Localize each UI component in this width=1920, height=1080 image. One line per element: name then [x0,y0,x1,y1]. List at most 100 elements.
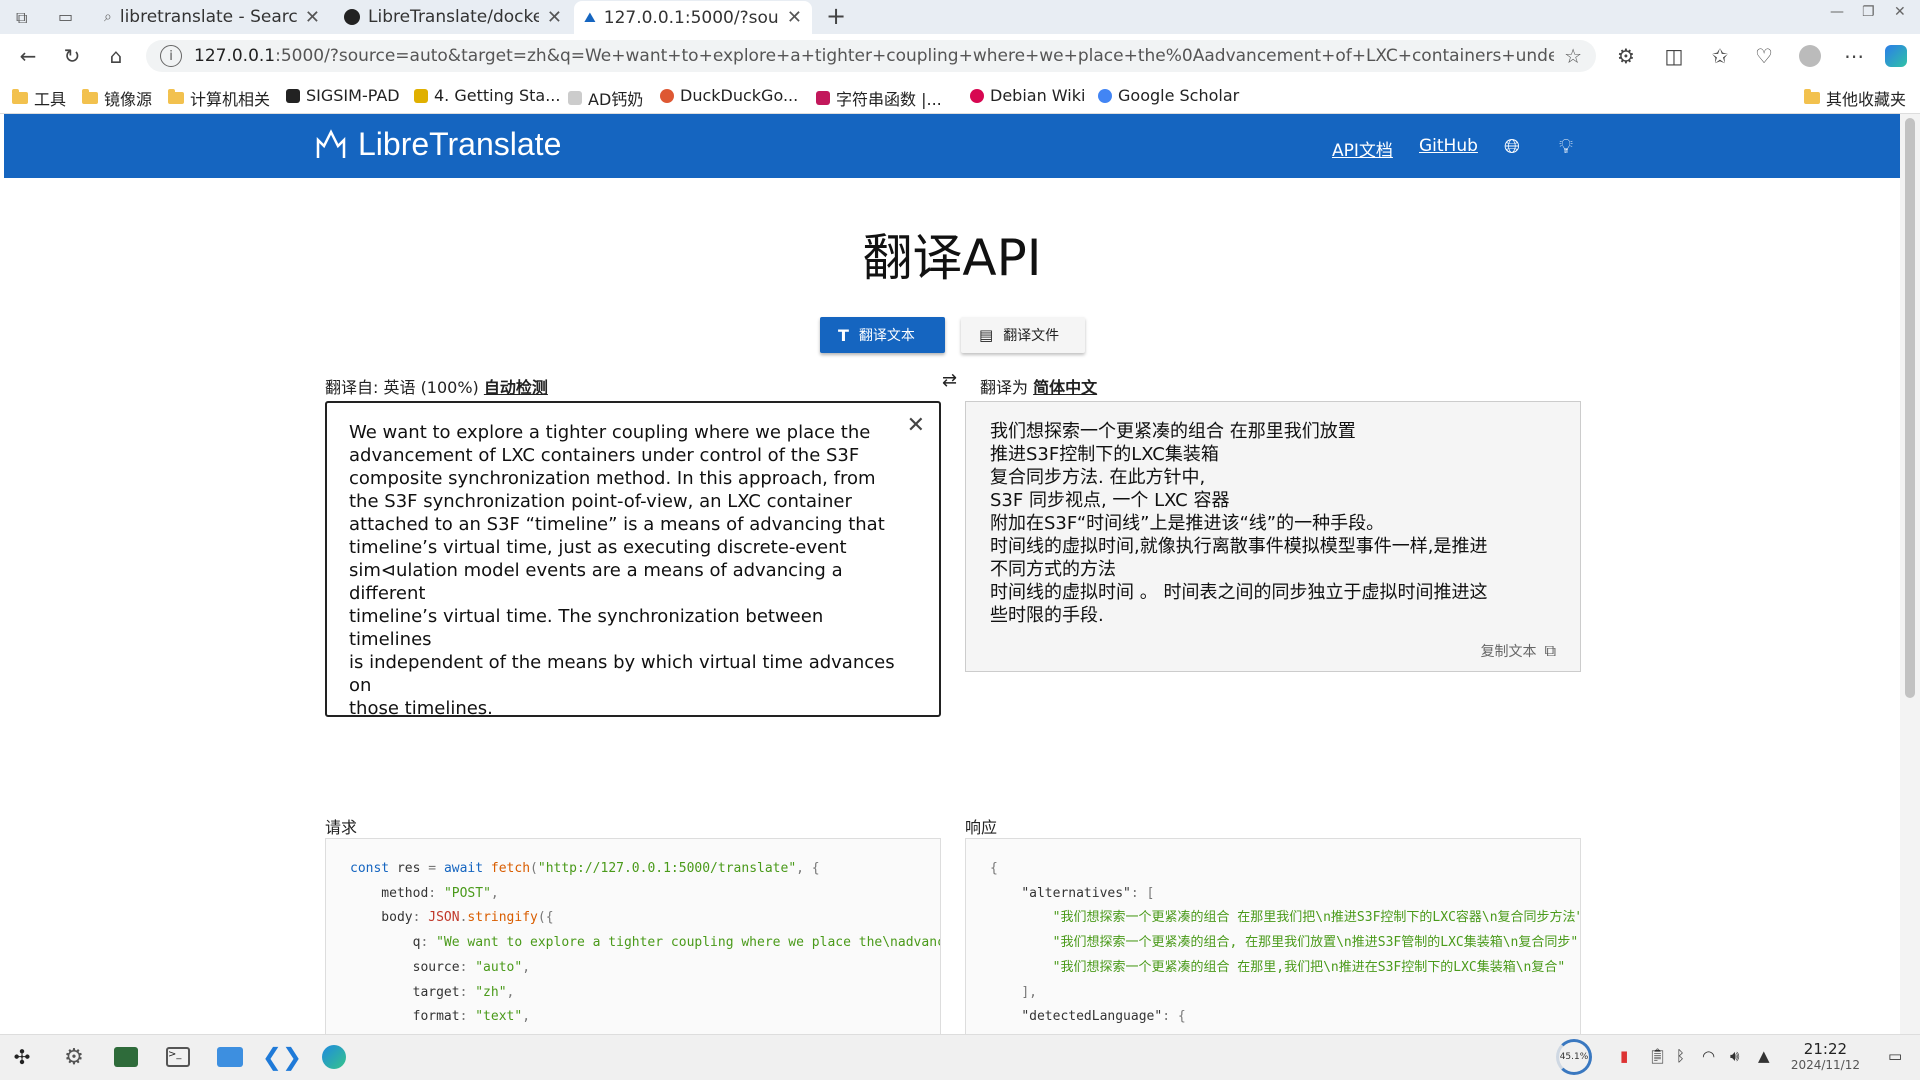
url-path: :5000/?source=auto&target=zh&q=We+want+t… [275,46,1555,66]
home-icon[interactable]: ⌂ [102,42,130,70]
github-icon [344,9,360,25]
site-icon [816,91,830,105]
request-code: const res = await fetch("http://127.0.0.… [350,861,940,1025]
bookmark-folder-computer[interactable]: 计算机相关 [168,86,270,110]
copy-icon: ⧉ [1544,641,1556,660]
bookmark-string-functions[interactable]: 字符串函数 |... [816,86,942,110]
favorites-icon[interactable]: ✩ [1706,42,1734,70]
response-label: 响应 [965,818,998,837]
response-code: { "alternatives": [ "我们想探索一个更紧凑的组合 在那里我们… [990,861,1581,1025]
text-format-icon: T [838,325,849,345]
terminal-icon[interactable]: >_ [164,1043,192,1071]
more-menu-icon[interactable]: ⋯ [1840,42,1868,70]
translation-output: 我们想探索一个更紧凑的组合 在那里我们放置 推进S3F控制下的LXC集装箱 复合… [965,401,1581,672]
folder-icon [82,89,98,104]
source-text[interactable]: We want to explore a tighter coupling wh… [349,421,909,720]
tray-expand-icon[interactable]: ▲ [1758,1047,1770,1065]
bookmark-ad[interactable]: AD钙奶 [568,86,643,110]
theme-lightbulb-icon[interactable]: 💡︎ [1559,134,1573,158]
search-icon: ⌕ [104,9,112,25]
document-icon: ▤ [979,326,994,344]
folder-icon [168,89,184,104]
file-manager-icon[interactable] [216,1043,244,1071]
back-icon[interactable]: ← [14,42,42,70]
source-language-select[interactable]: 自动检测 [484,378,548,397]
bookmark-getting-started[interactable]: 4. Getting Sta... [414,86,560,105]
bookmark-debian-wiki[interactable]: Debian Wiki [970,86,1085,105]
clipboard-icon[interactable]: 📋︎ [1648,1047,1667,1065]
favorite-star-icon[interactable]: ☆ [1564,44,1582,68]
workspaces-icon[interactable]: ⧉ [16,8,27,28]
tab-search[interactable]: ⌕ libretranslate - Search ✕ [94,2,330,32]
bookmarks-bar: 工具 镜像源 计算机相关 SIGSIM-PAD 4. Getting Sta..… [0,78,1920,114]
browser-essentials-icon[interactable]: ♡ [1750,42,1778,70]
extensions-icon[interactable]: ⚙ [1612,42,1640,70]
new-tab-icon[interactable]: + [826,2,846,30]
request-label: 请求 [325,818,358,837]
translated-text: 我们想探索一个更紧凑的组合 在那里我们放置 推进S3F控制下的LXC集装箱 复合… [990,421,1488,626]
clear-text-icon[interactable]: ✕ [907,413,925,438]
split-screen-icon[interactable]: ◫ [1660,42,1688,70]
translate-text-tab[interactable]: T 翻译文本 [820,317,945,353]
translate-file-tab[interactable]: ▤ 翻译文件 [961,317,1085,353]
copilot-icon[interactable] [1882,42,1910,70]
bookmark-folder-mirrors[interactable]: 镜像源 [82,86,152,110]
close-tab-icon[interactable]: ✕ [305,7,320,28]
api-docs-link[interactable]: API文档 [1332,136,1393,161]
folder-icon [1804,89,1820,104]
close-tab-icon[interactable]: ✕ [547,7,562,28]
folder-icon [12,89,28,104]
vscode-icon[interactable]: ❮❯ [262,1043,302,1071]
tray-app-icon[interactable]: ▮ [1620,1047,1628,1065]
github-link[interactable]: GitHub [1419,136,1478,156]
source-textarea[interactable]: We want to explore a tighter coupling wh… [325,401,941,720]
target-language-label: 翻译为 简体中文 [980,378,1098,397]
debian-icon [970,88,984,103]
bar-chart-icon [414,88,428,103]
volume-icon[interactable]: 🔊︎ [1730,1047,1739,1065]
url-host: 127.0.0.1 [194,46,276,66]
duckduckgo-icon [660,88,674,103]
libretranslate-logo-icon [316,128,346,158]
scholar-icon [1098,88,1112,103]
brand[interactable]: LibreTranslate [314,126,561,163]
bookmark-google-scholar[interactable]: Google Scholar [1098,86,1239,105]
libretranslate-favicon-icon: ⛰ [584,9,596,26]
os-taskbar: ✣ ⚙ >_ ❮❯ 45.1% ▮ 📋︎ ᛒ ◠ 🔊︎ ▲ 21:22 2024… [0,1034,1920,1080]
page-title: 翻译API [862,229,1042,287]
restore-icon[interactable]: ❐ [1862,4,1875,20]
edge-browser-icon[interactable] [320,1043,348,1071]
source-language-label: 翻译自: 英语 (100%) 自动检测 [325,378,548,397]
system-clock[interactable]: 21:22 2024/11/12 [1791,1041,1860,1073]
bookmark-duckduckgo[interactable]: DuckDuckGo... [660,86,798,105]
app-header: LibreTranslate API文档 GitHub 🌐︎ 💡︎ [4,114,1900,178]
bookmark-sigsim[interactable]: SIGSIM-PAD [286,86,400,105]
wifi-icon[interactable]: ◠ [1702,1047,1715,1065]
browser-tab-strip: ⧉ ▭ ⌕ libretranslate - Search ✕ LibreTra… [0,0,1920,34]
bookmark-other-favorites[interactable]: 其他收藏夹 [1804,86,1906,110]
tab-libretranslate[interactable]: ⛰ 127.0.0.1:5000/?source= ✕ [574,1,812,34]
minimize-icon[interactable]: — [1830,4,1844,20]
settings-gear-icon[interactable]: ⚙ [60,1043,88,1071]
tab-github[interactable]: LibreTranslate/docker/c ✕ [334,2,572,32]
reload-icon[interactable]: ↻ [58,42,86,70]
scrollbar-thumb[interactable] [1905,118,1915,698]
sigsim-icon [286,88,300,103]
app-launcher-icon[interactable]: ✣ [8,1043,36,1071]
bluetooth-icon[interactable]: ᛒ [1676,1047,1685,1065]
address-bar[interactable]: i 127.0.0.1:5000/?source=auto&target=zh&… [146,40,1596,72]
tab-actions-icon[interactable]: ▭ [58,7,73,26]
close-window-icon[interactable]: ✕ [1894,4,1906,20]
cpu-usage-indicator[interactable]: 45.1% [1556,1039,1592,1075]
profile-avatar-icon[interactable] [1796,42,1824,70]
target-language-select[interactable]: 简体中文 [1033,378,1097,397]
request-code-block: const res = await fetch("http://127.0.0.… [325,838,941,1048]
close-tab-icon[interactable]: ✕ [787,7,802,28]
copy-text-button[interactable]: 复制文本 ⧉ [1481,641,1556,661]
bookmark-folder-tools[interactable]: 工具 [12,86,66,110]
language-globe-icon[interactable]: 🌐︎ [1504,134,1520,158]
site-info-icon[interactable]: i [160,45,182,67]
show-desktop-icon[interactable]: ▭ [1888,1047,1902,1065]
swap-languages-icon[interactable]: ⇄ [942,370,957,391]
system-monitor-icon[interactable] [112,1043,140,1071]
